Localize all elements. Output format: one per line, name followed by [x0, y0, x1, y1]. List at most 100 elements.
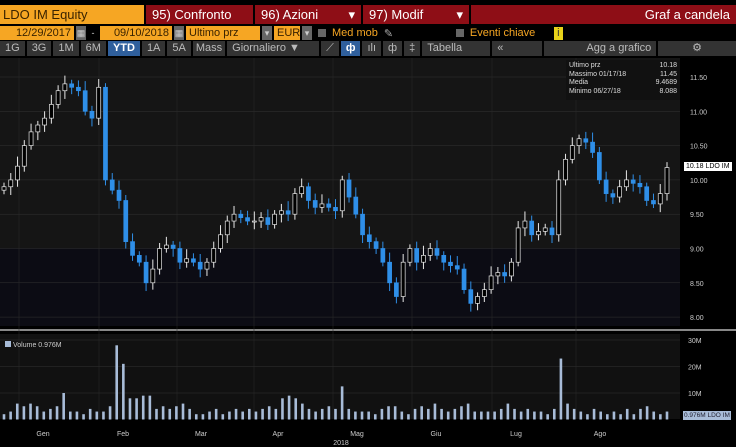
moving-avg-checkbox[interactable]	[318, 29, 326, 37]
chevron-down-icon[interactable]: ▾	[302, 26, 312, 40]
ohlc-icon[interactable]: ф	[383, 41, 403, 56]
start-date-input[interactable]: 12/29/2017	[0, 26, 74, 40]
legend-last-value: 10.18	[659, 62, 677, 69]
candle-body	[130, 241, 135, 256]
candle-body	[421, 255, 426, 263]
candle-body	[157, 248, 162, 270]
volume-bar	[493, 411, 496, 420]
range-3g[interactable]: 3G	[26, 41, 52, 56]
volume-bar	[115, 345, 119, 420]
volume-bar	[413, 408, 417, 420]
volume-bar	[506, 403, 510, 420]
candle-body	[89, 110, 95, 119]
modify-menu[interactable]: 97) Modif ▾	[363, 5, 469, 24]
candle-body	[651, 200, 656, 205]
candle-body	[346, 179, 352, 198]
add-to-chart-button[interactable]: Agg a grafico	[544, 41, 657, 56]
range-1a[interactable]: 1A	[141, 41, 166, 56]
volume-bar	[586, 414, 589, 420]
volume-bar	[42, 411, 46, 420]
hlc-icon[interactable]: ‡	[404, 41, 421, 56]
volume-bar	[387, 406, 390, 420]
year-label: 2018	[333, 440, 349, 447]
candle-body	[380, 248, 386, 263]
toolbar: 1G 3G 1M 6M YTD 1A 5A Mass Giornaliero ▼…	[0, 41, 736, 56]
volume-bar	[606, 414, 609, 420]
range-max[interactable]: Mass	[192, 41, 226, 56]
candle-body	[164, 244, 169, 249]
candle-body	[170, 244, 176, 249]
compare-button[interactable]: 95) Confronto	[146, 5, 253, 24]
pencil-icon[interactable]: ✎	[384, 27, 434, 40]
volume-bar	[188, 408, 191, 420]
volume-bar	[307, 408, 311, 420]
volume-bar	[407, 414, 410, 420]
legend-avg-label: Media	[569, 79, 589, 86]
y-tick-label: 11.50	[690, 75, 707, 82]
calendar-icon[interactable]: ▦	[76, 26, 86, 40]
candle-body	[502, 272, 507, 277]
collapse-button[interactable]: «	[492, 41, 543, 56]
candle-body	[218, 234, 223, 249]
candle-body	[434, 248, 440, 256]
volume-bar	[261, 408, 264, 420]
volume-bar	[155, 408, 158, 420]
candle-body	[563, 158, 568, 181]
candle-body	[42, 117, 47, 126]
key-events-checkbox[interactable]	[455, 29, 464, 37]
chevron-down-icon[interactable]: ▾	[262, 26, 272, 40]
volume-bar	[572, 408, 576, 420]
candle-body	[326, 203, 332, 208]
candle-body	[245, 217, 250, 222]
range-1m[interactable]: 1M	[53, 41, 79, 56]
line-chart-icon[interactable]: ⟋	[321, 41, 339, 56]
volume-panel	[0, 334, 680, 419]
table-button[interactable]: Tabella	[422, 41, 491, 56]
y-tick-label: 10.50	[690, 144, 708, 151]
candle-body	[657, 193, 663, 205]
volume-bar	[248, 408, 251, 420]
field-select[interactable]: Ultimo prz	[186, 26, 260, 40]
candle-body	[28, 131, 34, 146]
range-5a[interactable]: 5A	[167, 41, 191, 56]
range-ytd[interactable]: YTD	[107, 41, 140, 56]
volume-swatch	[5, 341, 11, 347]
candle-chart-icon[interactable]: ф	[340, 41, 361, 56]
volume-bar	[632, 414, 636, 420]
candle-body	[96, 86, 102, 119]
volume-bar	[69, 411, 72, 420]
ticker-field[interactable]: LDO IM Equity	[0, 5, 144, 24]
volume-bar	[267, 406, 271, 420]
range-1g[interactable]: 1G	[0, 41, 25, 56]
volume-bar	[234, 408, 238, 420]
candle-body	[82, 90, 88, 112]
volume-bar	[214, 408, 218, 420]
volume-bar	[141, 395, 145, 420]
info-icon[interactable]: i	[553, 26, 563, 40]
volume-bar	[201, 414, 205, 420]
candle-body	[143, 261, 149, 284]
volume-bar	[340, 386, 344, 420]
currency-select[interactable]: EUR	[274, 26, 300, 40]
end-date-input[interactable]: 09/10/2018	[100, 26, 172, 40]
volume-bar	[22, 406, 26, 420]
candle-body	[427, 248, 433, 256]
range-6m[interactable]: 6M	[80, 41, 106, 56]
actions-menu[interactable]: 96) Azioni ▾	[255, 5, 361, 24]
volume-bar	[294, 398, 298, 420]
settings-icon[interactable]: ⚙	[658, 41, 736, 56]
calendar-icon[interactable]: ▦	[174, 26, 184, 40]
candle-body	[136, 255, 142, 263]
volume-bar	[466, 403, 470, 420]
candlestick-chart[interactable]: 11.50 11.00 10.50 10.00 9.50 9.00 8.50 8.00 30M 2…	[0, 58, 736, 447]
volume-bar	[499, 408, 503, 420]
volume-bar	[301, 403, 304, 420]
period-select[interactable]: Giornaliero ▼	[227, 41, 320, 56]
candle-body	[556, 179, 562, 236]
candle-body	[1, 186, 7, 191]
candle-body	[617, 186, 622, 198]
bar-chart-icon[interactable]: ılı	[362, 41, 382, 56]
candle-body	[211, 248, 217, 263]
candle-body	[109, 179, 115, 191]
volume-bar	[652, 411, 656, 420]
